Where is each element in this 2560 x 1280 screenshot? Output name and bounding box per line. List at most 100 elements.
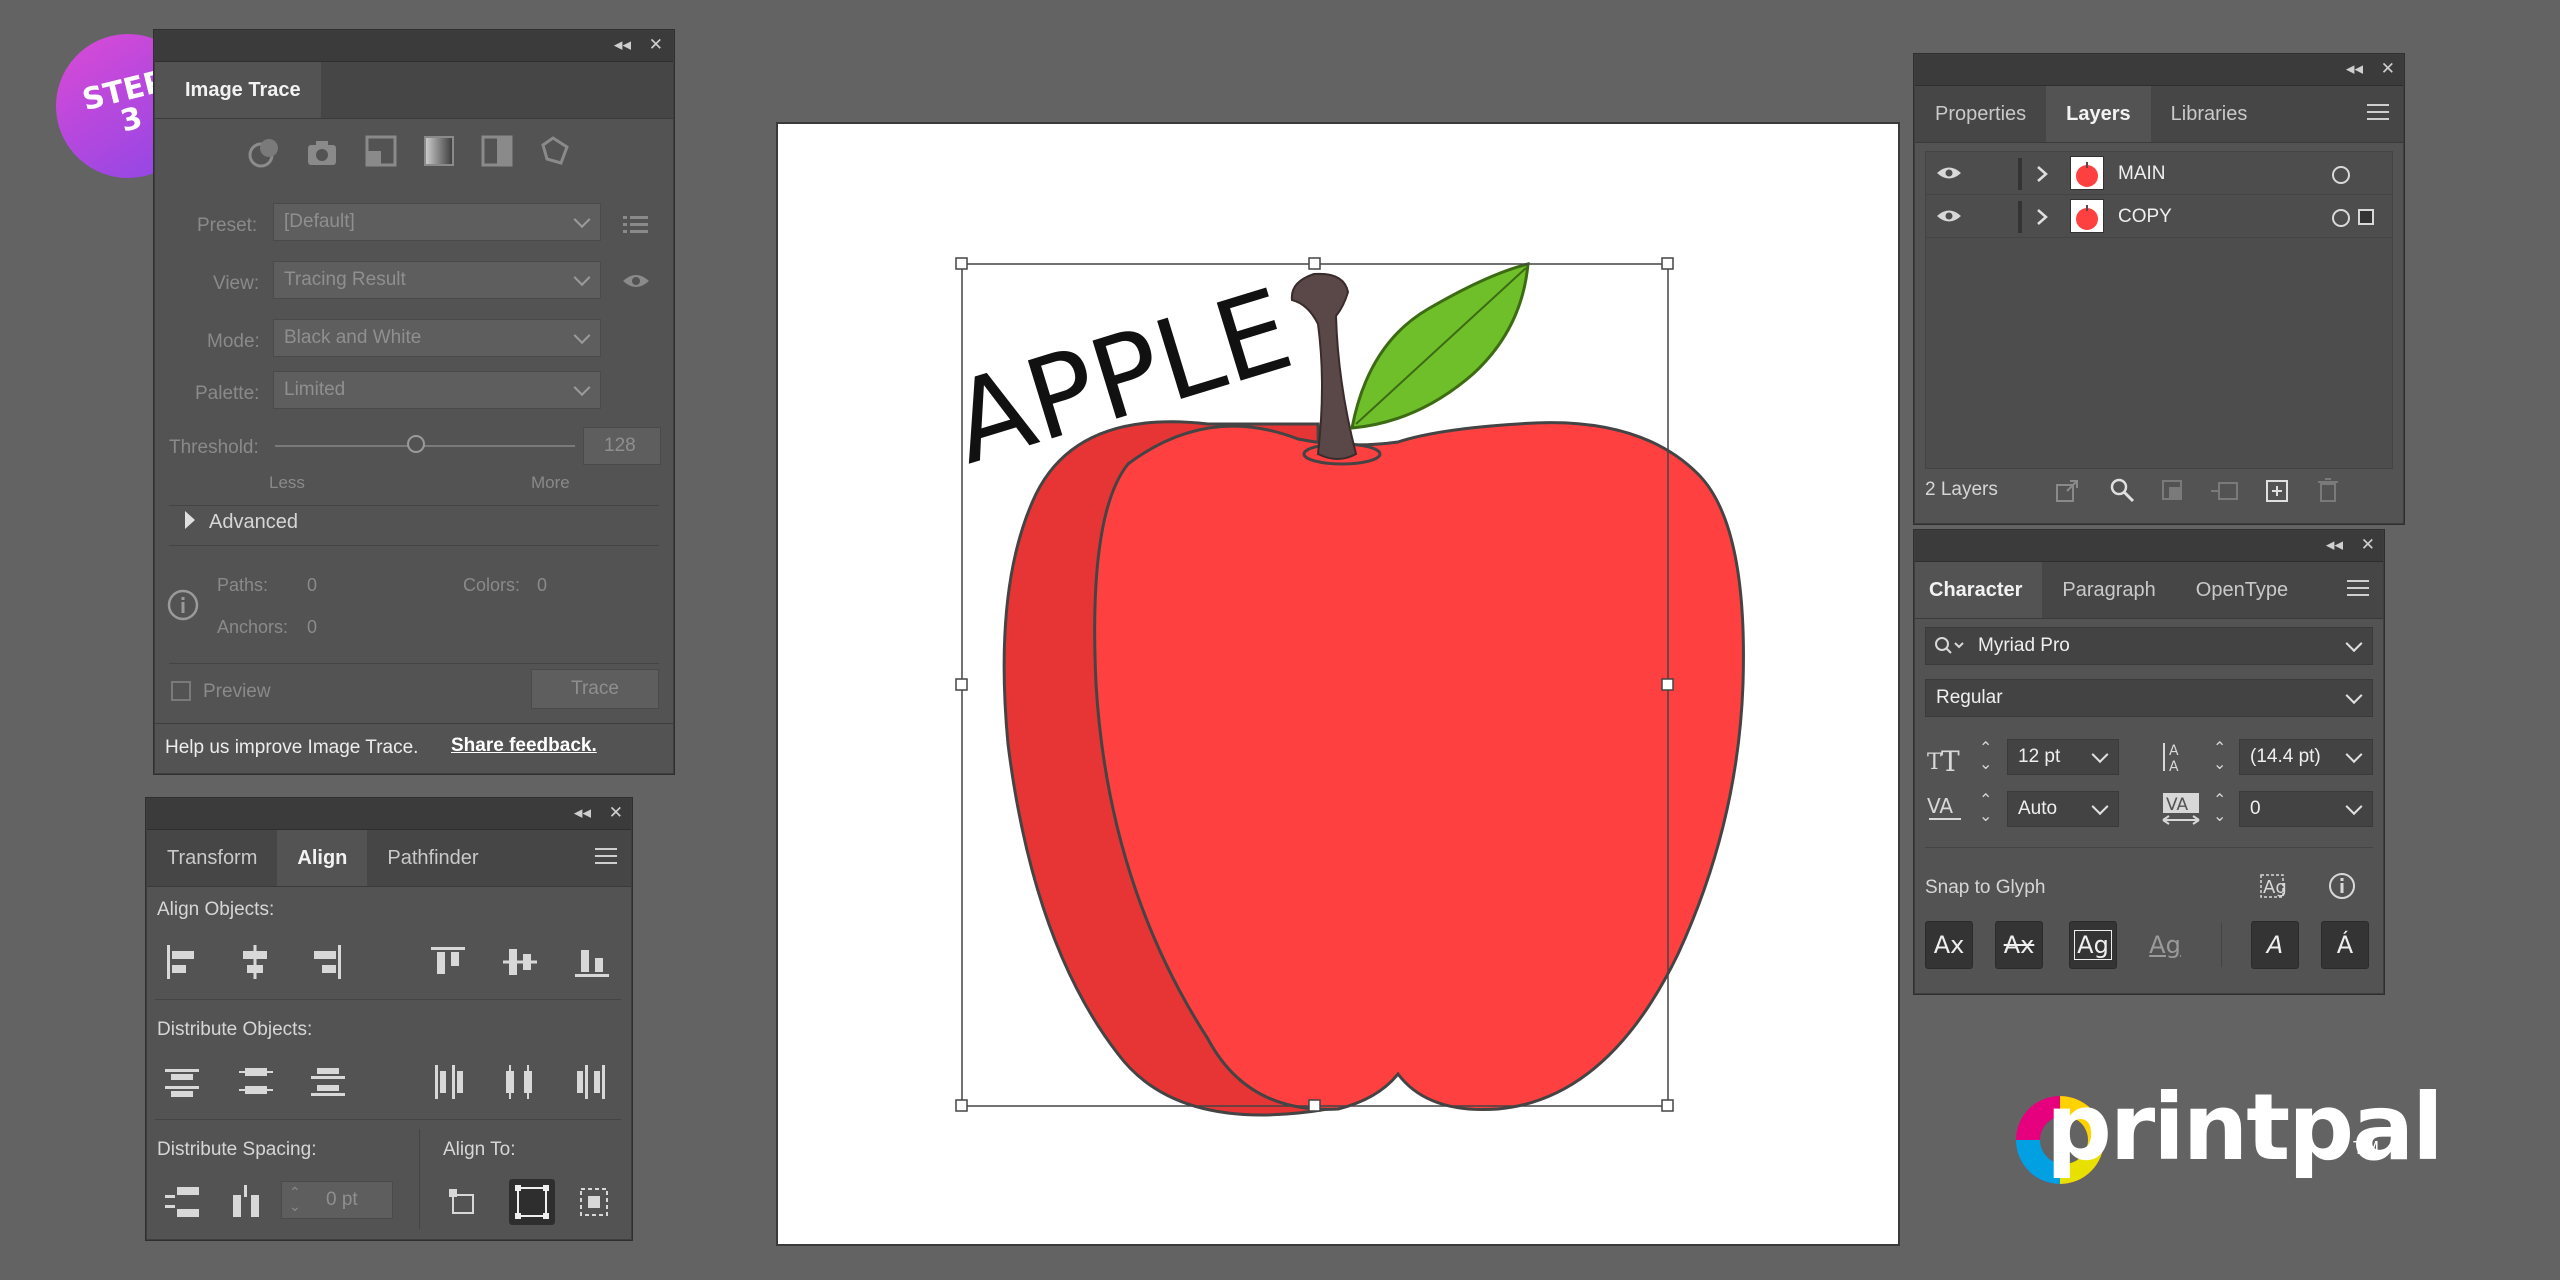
- threshold-slider-handle[interactable]: [407, 435, 425, 453]
- panel-menu-icon[interactable]: [595, 848, 617, 869]
- tab-pathfinder[interactable]: Pathfinder: [367, 830, 498, 886]
- collapse-icon[interactable]: ◂◂: [2346, 59, 2363, 79]
- align-horizontal-center-icon[interactable]: [239, 945, 271, 979]
- align-to-key-object-icon[interactable]: [577, 1185, 611, 1219]
- align-left-icon[interactable]: [165, 945, 197, 979]
- layer-name[interactable]: COPY: [2118, 206, 2172, 228]
- tab-image-trace[interactable]: Image Trace: [155, 62, 321, 118]
- preview-checkbox[interactable]: [171, 681, 191, 701]
- auto-color-icon[interactable]: [247, 135, 281, 169]
- tab-transform[interactable]: Transform: [147, 830, 277, 886]
- anchor-point-guides-button[interactable]: Á: [2321, 921, 2369, 969]
- palette-dropdown[interactable]: Limited: [273, 371, 601, 409]
- mode-dropdown[interactable]: Black and White: [273, 319, 601, 357]
- divider: [419, 1129, 420, 1229]
- vertical-distribute-space-icon[interactable]: [165, 1185, 201, 1219]
- font-size-input[interactable]: 12 pt: [2007, 739, 2119, 775]
- new-sublayer-icon[interactable]: [2209, 479, 2239, 503]
- camera-icon[interactable]: [305, 137, 339, 167]
- layer-name[interactable]: MAIN: [2118, 163, 2166, 185]
- tracking-stepper-icon[interactable]: ⌃ ⌄: [2213, 793, 2226, 825]
- align-top-icon[interactable]: [431, 945, 465, 979]
- panel-menu-icon[interactable]: [2367, 104, 2389, 125]
- distribute-top-icon[interactable]: [165, 1065, 199, 1099]
- tab-properties[interactable]: Properties: [1915, 86, 2046, 142]
- align-bottom-icon[interactable]: [575, 945, 609, 979]
- new-layer-icon[interactable]: [2265, 479, 2289, 503]
- clipping-mask-icon[interactable]: [2161, 479, 2185, 503]
- tracking-input[interactable]: 0: [2239, 791, 2373, 827]
- tab-paragraph[interactable]: Paragraph: [2042, 562, 2175, 618]
- eye-icon[interactable]: [621, 271, 651, 291]
- trace-button[interactable]: Trace: [531, 669, 659, 709]
- info-icon[interactable]: [2327, 871, 2357, 901]
- threshold-slider-track[interactable]: [275, 445, 575, 447]
- close-icon[interactable]: ✕: [649, 35, 663, 55]
- leading-input[interactable]: (14.4 pt): [2239, 739, 2373, 775]
- close-icon[interactable]: ✕: [2381, 59, 2395, 79]
- black-white-icon[interactable]: [481, 135, 513, 167]
- distribute-left-icon[interactable]: [431, 1065, 465, 1099]
- tab-libraries[interactable]: Libraries: [2151, 86, 2268, 142]
- threshold-input[interactable]: 128: [583, 427, 661, 465]
- glyph-bounds-snap-button[interactable]: Ag: [2069, 921, 2117, 969]
- snap-glyph-settings-icon[interactable]: Ag: [2259, 873, 2297, 901]
- close-icon[interactable]: ✕: [609, 803, 623, 823]
- selection-handle: [1661, 1099, 1674, 1112]
- selection-square-icon[interactable]: [2358, 209, 2374, 225]
- grayscale-icon[interactable]: [423, 135, 455, 167]
- layer-row-copy[interactable]: COPY: [1926, 195, 2392, 238]
- preset-dropdown[interactable]: [Default]: [273, 203, 601, 241]
- target-icon[interactable]: [2332, 166, 2350, 184]
- baseline-snap-button[interactable]: Ax: [1925, 921, 1973, 969]
- close-icon[interactable]: ✕: [2361, 535, 2375, 555]
- align-vertical-center-icon[interactable]: [503, 945, 537, 979]
- angular-guides-button[interactable]: A: [2251, 921, 2299, 969]
- distribute-bottom-icon[interactable]: [311, 1065, 345, 1099]
- export-icon[interactable]: [2055, 479, 2079, 503]
- font-size-stepper-icon[interactable]: ⌃ ⌄: [1979, 741, 1992, 773]
- advanced-expand-icon[interactable]: [183, 509, 197, 531]
- distribute-vertical-center-icon[interactable]: [239, 1065, 273, 1099]
- align-right-icon[interactable]: [311, 945, 343, 979]
- preview-label[interactable]: Preview: [203, 681, 271, 703]
- collapse-icon[interactable]: ◂◂: [614, 35, 631, 55]
- align-to-artboard-icon[interactable]: [447, 1187, 477, 1217]
- tab-layers[interactable]: Layers: [2046, 86, 2151, 142]
- search-icon[interactable]: [2109, 477, 2135, 503]
- preset-list-icon[interactable]: [623, 215, 649, 233]
- eye-icon[interactable]: [1936, 165, 1962, 181]
- font-family-dropdown[interactable]: Myriad Pro: [1925, 627, 2373, 665]
- font-style-dropdown[interactable]: Regular: [1925, 679, 2373, 717]
- proximity-guides-button[interactable]: Ag: [2141, 921, 2189, 969]
- tab-align[interactable]: Align: [277, 830, 368, 886]
- align-to-label: Align To:: [443, 1139, 516, 1160]
- horizontal-distribute-space-icon[interactable]: [231, 1185, 265, 1219]
- panel-menu-icon[interactable]: [2347, 580, 2369, 601]
- expand-chevron-icon[interactable]: [2036, 208, 2048, 226]
- eye-icon[interactable]: [1936, 208, 1962, 224]
- spacing-stepper-icon[interactable]: ⌃ ⌄: [289, 1185, 301, 1213]
- low-color-icon[interactable]: [365, 135, 397, 167]
- artwork[interactable]: APPLE: [778, 124, 1902, 1248]
- artboard[interactable]: APPLE: [776, 122, 1900, 1246]
- layer-row-main[interactable]: MAIN: [1926, 152, 2392, 195]
- view-dropdown[interactable]: Tracing Result: [273, 261, 601, 299]
- target-icon[interactable]: [2332, 209, 2350, 227]
- kerning-input[interactable]: Auto: [2007, 791, 2119, 827]
- distribute-horizontal-center-icon[interactable]: [503, 1065, 537, 1099]
- expand-chevron-icon[interactable]: [2036, 165, 2048, 183]
- trash-icon[interactable]: [2317, 477, 2339, 503]
- share-feedback-link[interactable]: Share feedback.: [451, 735, 597, 757]
- x-height-snap-button[interactable]: Ax: [1995, 921, 2043, 969]
- collapse-icon[interactable]: ◂◂: [574, 803, 591, 823]
- advanced-label[interactable]: Advanced: [209, 511, 298, 534]
- tab-opentype[interactable]: OpenType: [2176, 562, 2308, 618]
- collapse-icon[interactable]: ◂◂: [2326, 535, 2343, 555]
- outline-icon[interactable]: [539, 135, 571, 167]
- kerning-stepper-icon[interactable]: ⌃ ⌄: [1979, 793, 1992, 825]
- distribute-right-icon[interactable]: [575, 1065, 609, 1099]
- align-to-selection-icon[interactable]: [509, 1179, 555, 1225]
- tab-character[interactable]: Character: [1915, 562, 2043, 618]
- leading-stepper-icon[interactable]: ⌃ ⌄: [2213, 741, 2226, 773]
